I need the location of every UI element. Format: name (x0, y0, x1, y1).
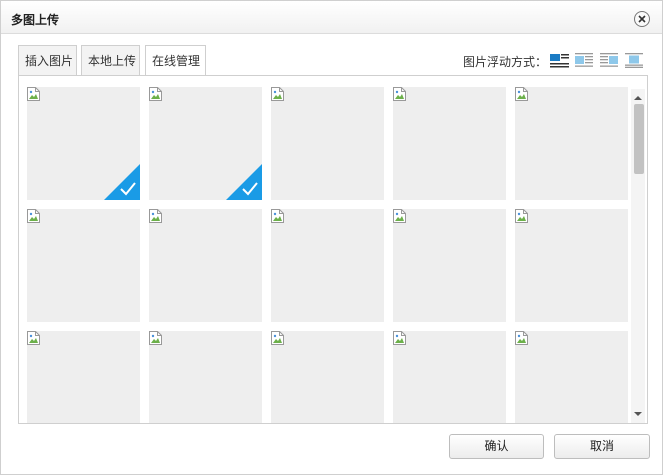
image-thumbnail[interactable] (271, 331, 384, 423)
broken-image-icon (271, 87, 284, 101)
image-thumbnail[interactable] (27, 331, 140, 423)
image-thumbnail[interactable] (271, 209, 384, 322)
image-thumbnail[interactable] (27, 209, 140, 322)
close-icon (638, 15, 646, 23)
image-thumbnail[interactable] (393, 87, 506, 200)
image-thumbnail[interactable] (393, 331, 506, 423)
broken-image-icon (393, 87, 406, 101)
online-image-panel (18, 75, 648, 424)
float-mode-label: 图片浮动方式： (463, 55, 548, 69)
image-thumbnail[interactable] (515, 87, 628, 200)
float-left-icon[interactable] (574, 52, 594, 68)
confirm-button[interactable]: 确认 (449, 434, 544, 459)
dialog-title: 多图上传 (11, 13, 60, 27)
float-center-icon[interactable] (624, 52, 644, 68)
float-none-icon[interactable] (549, 52, 569, 68)
cancel-button[interactable]: 取消 (554, 434, 650, 459)
broken-image-icon (393, 209, 406, 223)
tab-label: 在线管理 (152, 54, 201, 68)
broken-image-icon (27, 87, 40, 101)
tab-insert-image[interactable]: 插入图片 (18, 45, 77, 75)
broken-image-icon (149, 209, 162, 223)
dialog-titlebar: 多图上传 (1, 1, 662, 34)
scrollbar-thumb[interactable] (634, 104, 644, 174)
broken-image-icon (149, 87, 162, 101)
broken-image-icon (515, 331, 528, 345)
broken-image-icon (27, 331, 40, 345)
float-right-icon[interactable] (599, 52, 619, 68)
image-thumbnail[interactable] (271, 87, 384, 200)
broken-image-icon (271, 209, 284, 223)
broken-image-icon (149, 331, 162, 345)
image-thumbnail[interactable] (393, 209, 506, 322)
image-thumbnail[interactable] (149, 331, 262, 423)
broken-image-icon (271, 331, 284, 345)
scrollbar[interactable] (631, 89, 645, 423)
tab-label: 本地上传 (88, 54, 137, 68)
multi-image-upload-dialog: 多图上传 插入图片 本地上传 在线管理 图片浮动方式： 确认 取消 (0, 0, 663, 475)
tab-online-manage[interactable]: 在线管理 (145, 45, 206, 76)
broken-image-icon (393, 331, 406, 345)
tab-local-upload[interactable]: 本地上传 (81, 45, 140, 75)
image-thumbnail[interactable] (149, 87, 262, 200)
scroll-up-arrow-icon[interactable] (631, 91, 645, 105)
broken-image-icon (515, 87, 528, 101)
image-thumbnail[interactable] (27, 87, 140, 200)
image-thumbnail[interactable] (515, 209, 628, 322)
broken-image-icon (515, 209, 528, 223)
selected-check-icon (104, 164, 140, 200)
selected-check-icon (226, 164, 262, 200)
image-thumbnail[interactable] (515, 331, 628, 423)
scroll-down-arrow-icon[interactable] (631, 407, 645, 421)
broken-image-icon (27, 209, 40, 223)
close-button[interactable] (634, 11, 650, 27)
image-thumbnail[interactable] (149, 209, 262, 322)
tab-label: 插入图片 (25, 54, 74, 68)
